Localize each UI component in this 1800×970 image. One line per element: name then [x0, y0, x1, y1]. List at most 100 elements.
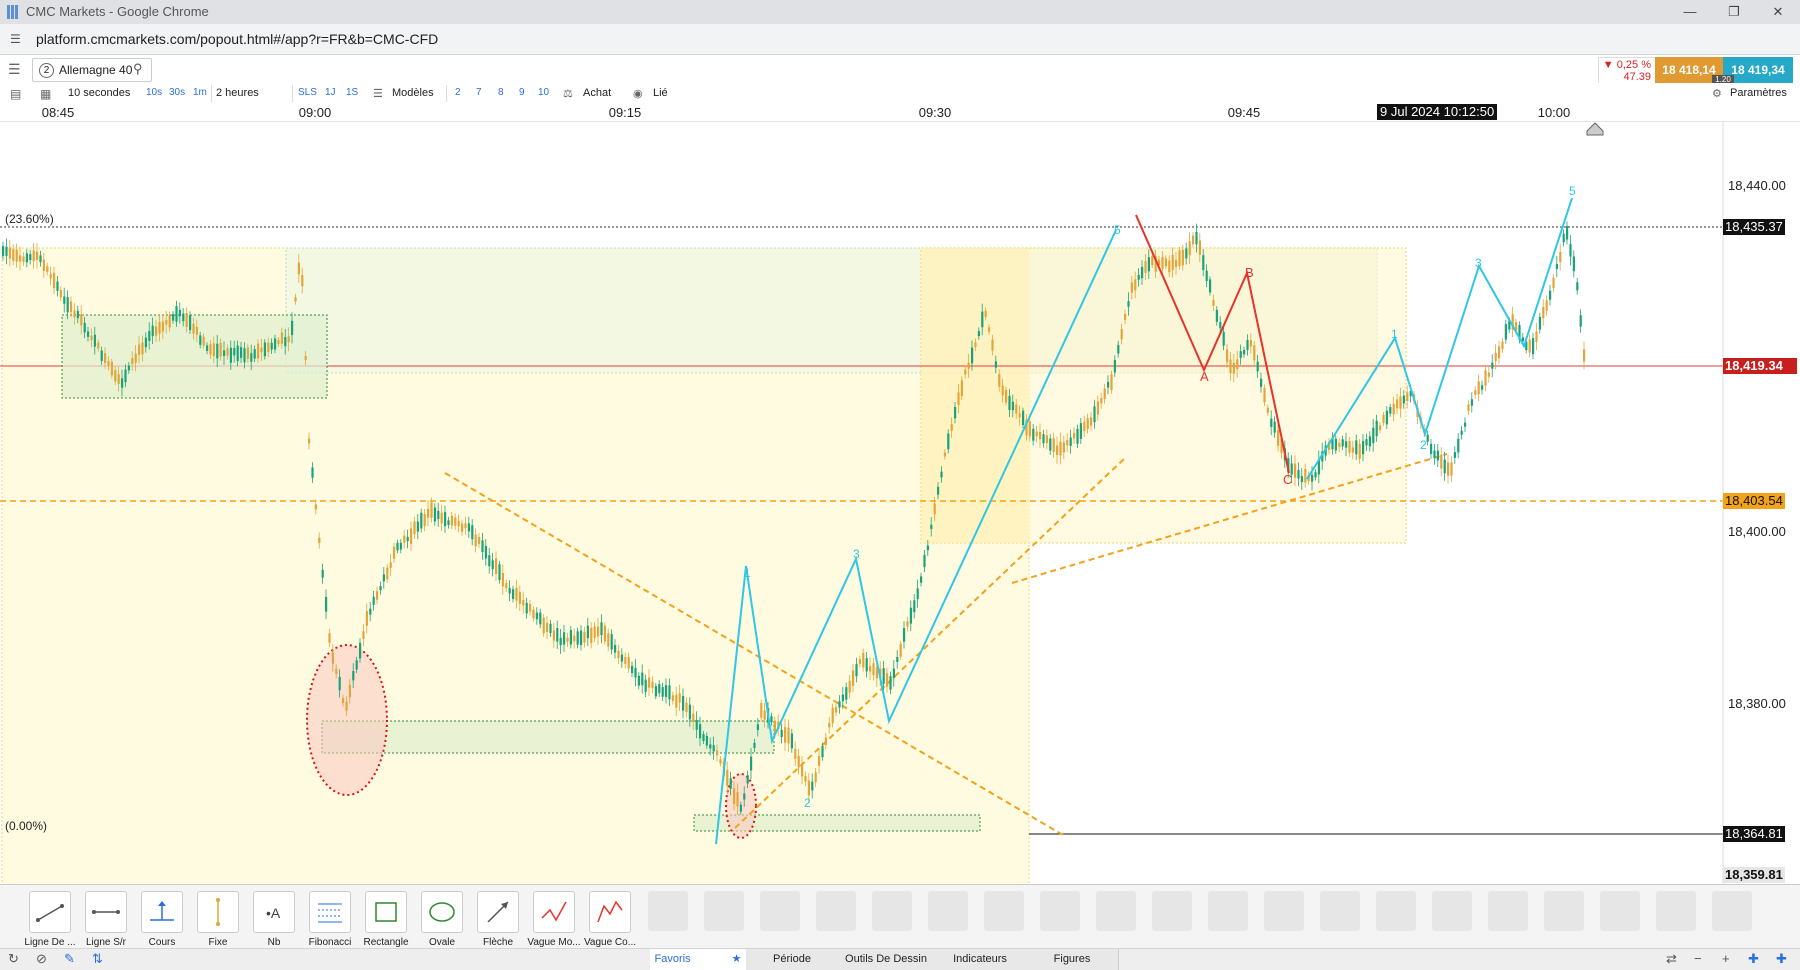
candle-body	[22, 256, 25, 262]
candle-body	[1256, 361, 1259, 372]
templates-icon[interactable]: ☰	[373, 87, 383, 100]
candle-body	[80, 314, 83, 326]
alert-marker-icon[interactable]	[1586, 122, 1604, 136]
tool-oval[interactable]: Ovale	[414, 891, 470, 948]
tool-label: Nb	[267, 937, 281, 948]
time-tick: 09:00	[298, 105, 332, 120]
candle-body	[430, 502, 433, 518]
candle-body	[189, 315, 192, 330]
tool-text[interactable]: •A Nb	[246, 891, 302, 948]
tool-arrow[interactable]: Flèche	[470, 891, 526, 948]
tool-motive-wave[interactable]: Vague Mo...	[526, 891, 582, 948]
tab-period[interactable]: Période	[746, 949, 839, 970]
instrument-selector[interactable]: 2 Allemagne 40 ⚲	[32, 58, 152, 82]
candle-body	[1334, 438, 1337, 451]
price-chart[interactable]: 1 2 3 5 A B C 1 2 3 5 (23.60%) (0.00%) 1…	[0, 121, 1800, 957]
period-1j[interactable]: 1J	[325, 87, 336, 98]
bottom-tabs: ↻ ⊘ ✎ ⇅ Favoris ★ Période Outils De Dess…	[0, 948, 1800, 970]
candle-body	[1168, 260, 1171, 273]
zoom-in-icon[interactable]: +	[1722, 951, 1730, 966]
wave-label: 2	[1420, 438, 1427, 452]
candle-body	[960, 380, 963, 397]
tool-sr-line[interactable]: Ligne S/r	[78, 891, 134, 948]
candle-body	[301, 275, 304, 287]
link-button[interactable]: Lié	[653, 87, 668, 99]
interval-10s[interactable]: 10s	[146, 87, 162, 98]
layout-grid-icon[interactable]: ▦	[40, 87, 51, 101]
wave-label: A	[1200, 369, 1209, 384]
template-7[interactable]: 7	[476, 87, 482, 98]
candle-body	[1372, 427, 1375, 444]
url-text[interactable]: platform.cmcmarkets.com/popout.html#/app…	[36, 31, 438, 47]
site-info-icon[interactable]: ☰	[10, 32, 21, 46]
candle-body	[886, 673, 889, 687]
interval-30s[interactable]: 30s	[169, 87, 185, 98]
candle-body	[841, 694, 844, 702]
list-icon[interactable]: ▤	[10, 87, 21, 101]
candle-body	[1069, 437, 1072, 446]
candle-body	[1487, 372, 1490, 377]
template-10[interactable]: 10	[538, 87, 549, 98]
candle-body	[433, 507, 436, 522]
interval-1m[interactable]: 1m	[193, 87, 207, 98]
candle-body	[1365, 439, 1368, 446]
fit-icon[interactable]: ⇄	[1666, 951, 1677, 967]
pencil-icon[interactable]: ✎	[64, 951, 75, 967]
time-axis: 08:45 09:00 09:15 09:30 09:45 9 Jul 2024…	[0, 104, 1800, 122]
restore-icon[interactable]: ❐	[1714, 1, 1754, 23]
tab-drawing-tools[interactable]: Outils De Dessin	[838, 949, 935, 970]
magnet-icon[interactable]: ⇅	[92, 951, 103, 967]
candle-body	[66, 297, 69, 313]
hamburger-menu-icon[interactable]: ☰	[8, 61, 21, 78]
tab-favorites[interactable]: Favoris ★	[650, 949, 747, 970]
empty-tool-slot	[1264, 891, 1304, 931]
tool-price[interactable]: Cours	[134, 891, 190, 948]
candle-body	[1460, 430, 1463, 435]
tool-corrective-wave[interactable]: Vague Co...	[582, 891, 638, 948]
zoom-out-icon[interactable]: −	[1694, 951, 1702, 966]
candle-body	[668, 685, 671, 700]
period-sls[interactable]: SLS	[298, 87, 317, 98]
tab-figures[interactable]: Figures	[1026, 949, 1119, 970]
candle-body	[1314, 472, 1317, 478]
close-icon[interactable]: ✕	[1758, 1, 1798, 23]
candle-body	[522, 600, 525, 606]
candle-body	[756, 724, 759, 731]
candle-body	[1008, 395, 1011, 410]
candle-body	[607, 633, 610, 647]
block-icon[interactable]: ⊘	[36, 951, 47, 967]
crosshair-icon[interactable]: ✚	[1748, 951, 1759, 967]
refresh-icon[interactable]: ↻	[8, 951, 19, 967]
tool-fibonacci[interactable]: Fibonacci	[302, 891, 358, 948]
candle-body	[974, 342, 977, 347]
template-2[interactable]: 2	[455, 87, 461, 98]
candle-body	[947, 433, 950, 450]
candle-body	[872, 663, 875, 676]
chart-canvas[interactable]: 1 2 3 5 A B C 1 2 3 5	[0, 121, 1800, 957]
templates-button[interactable]: Modèles	[392, 87, 434, 99]
candle-body	[1066, 440, 1069, 446]
crosshair-alt-icon[interactable]: ✚	[1776, 951, 1787, 967]
candle-body	[1583, 349, 1586, 362]
period-1s[interactable]: 1S	[346, 87, 358, 98]
candle-body	[484, 546, 487, 559]
search-icon[interactable]: ⚲	[133, 61, 143, 77]
period-select[interactable]: 2 heures	[216, 87, 259, 99]
interval-select[interactable]: 10 secondes	[68, 87, 130, 99]
candle-body	[488, 555, 491, 567]
minimize-icon[interactable]: —	[1670, 1, 1710, 23]
scale-icon[interactable]: ⚖	[563, 87, 573, 100]
candle-body	[1171, 254, 1174, 271]
buy-mode-button[interactable]: Achat	[583, 87, 611, 99]
settings-button[interactable]: Paramètres	[1730, 87, 1787, 99]
gear-icon[interactable]: ⚙	[1712, 87, 1722, 100]
tab-indicators[interactable]: Indicateurs	[934, 949, 1027, 970]
tool-fixed[interactable]: Fixe	[190, 891, 246, 948]
candle-body	[733, 788, 736, 805]
tool-rectangle[interactable]: Rectangle	[358, 891, 414, 948]
template-9[interactable]: 9	[519, 87, 525, 98]
tool-trend-line[interactable]: Ligne De ...	[22, 891, 78, 948]
candle-body	[739, 804, 742, 812]
link-icon[interactable]: ◉	[633, 87, 643, 100]
template-8[interactable]: 8	[498, 87, 504, 98]
